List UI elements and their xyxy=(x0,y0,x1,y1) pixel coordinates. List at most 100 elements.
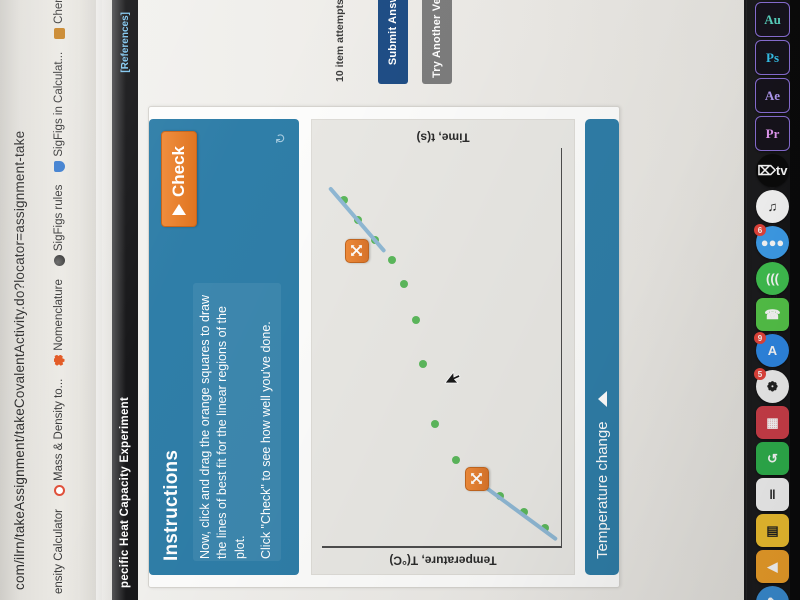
dock-item-label: ●●● xyxy=(760,235,785,250)
activity-card: Instructions Now, click and drag the ora… xyxy=(148,106,620,588)
data-point xyxy=(411,316,420,324)
dock-item-sheets-app[interactable]: ▦ xyxy=(756,406,789,439)
target-icon xyxy=(53,484,65,496)
dock-item-facetime[interactable]: ☎ xyxy=(756,298,789,331)
dock-item-music[interactable]: ♫ xyxy=(756,190,789,223)
dock-item-label: ✎ xyxy=(767,595,778,600)
dock-item-audition[interactable]: Au xyxy=(755,2,790,37)
bookmark-chemaxon[interactable]: ChemAx xyxy=(53,0,65,39)
notification-badge: 6 xyxy=(754,224,766,236)
plot-axes xyxy=(322,148,562,548)
globe-icon xyxy=(53,255,65,267)
attempts-remaining-text: 10 item attempts remaining xyxy=(334,0,346,82)
submit-answer-button[interactable]: Submit Answer xyxy=(378,0,408,84)
dock-item-label: Ps xyxy=(766,49,779,65)
dock-item-notes-pencil[interactable]: ✎ xyxy=(756,586,789,600)
answer-button-row: Submit Answer Try Another Version xyxy=(378,0,452,84)
data-point xyxy=(430,420,439,428)
pin-icon xyxy=(53,160,65,172)
instructions-paragraph-1: Now, click and drag the orange squares t… xyxy=(198,294,247,559)
instructions-panel: Instructions Now, click and drag the ora… xyxy=(149,119,299,575)
dock-item-label: Pr xyxy=(765,125,780,141)
y-axis-line xyxy=(322,546,562,548)
check-button-label: Check xyxy=(169,146,188,198)
dock-item-photoshop[interactable]: Ps xyxy=(755,40,790,75)
dock-item-label: Ae xyxy=(764,87,781,103)
bookmark-label: Nomenclature xyxy=(53,279,65,351)
dock-item-label: Au xyxy=(764,11,781,27)
dock-item-keynote[interactable]: ◀ xyxy=(756,550,789,583)
y-axis-label: Temperature, T(°C) xyxy=(312,550,574,570)
bookmark-density-calculator[interactable]: ensity Calculator xyxy=(53,509,65,594)
dock-item-label: ☎ xyxy=(764,306,781,322)
dock-item-pages[interactable]: ▤ xyxy=(756,514,789,547)
dock-item-recycle-app[interactable]: ↺ xyxy=(756,442,789,475)
chevron-up-icon xyxy=(597,391,607,408)
browser-window: com/ilrn/takeAssignment/takeCovalentActi… xyxy=(0,0,800,600)
drag-handle[interactable] xyxy=(464,467,489,491)
instructions-text-block: Now, click and drag the orange squares t… xyxy=(193,283,281,561)
scatter-plot[interactable]: Temperature, T(°C) Time, t(s) xyxy=(311,119,575,575)
dock-item-podcasts[interactable]: ((( xyxy=(756,262,789,295)
data-point xyxy=(418,360,427,368)
dock-bezel xyxy=(790,0,800,600)
dock-item-label: ❁ xyxy=(767,378,778,394)
dock-item-label: A xyxy=(767,343,778,358)
references-link[interactable]: [References] xyxy=(120,12,131,73)
app-header: pecific Heat Capacity Experiment [Refere… xyxy=(112,0,138,600)
bookmark-sigfigs-calculator[interactable]: SigFigs in Calculat... xyxy=(53,52,65,172)
data-point xyxy=(387,256,396,264)
dock-item-label: ◀ xyxy=(767,558,778,574)
square-icon xyxy=(53,27,65,39)
notification-badge: 9 xyxy=(754,332,766,344)
dock-item-numbers[interactable]: ‖ xyxy=(756,478,789,511)
data-point xyxy=(399,280,408,288)
screenshot-root: com/ilrn/takeAssignment/takeCovalentActi… xyxy=(0,0,800,600)
notification-badge: 5 xyxy=(754,368,766,380)
dock-item-label: ▤ xyxy=(766,522,779,538)
dock-item-label: ▦ xyxy=(766,414,779,430)
browser-chrome: com/ilrn/takeAssignment/takeCovalentActi… xyxy=(0,0,113,600)
accordion-label: Temperature change xyxy=(593,421,611,559)
chrome-divider xyxy=(78,0,102,600)
dock-item-after-effects[interactable]: Ae xyxy=(755,78,790,113)
x-axis-line xyxy=(560,148,562,548)
dock-item-premiere-pro[interactable]: Pr xyxy=(755,116,790,151)
dock-item-label: ((( xyxy=(766,271,779,286)
dock-item-apple-tv[interactable]: ⌦tv xyxy=(756,154,789,187)
dock-item-label: ‖ xyxy=(769,487,776,502)
bookmarks-bar: ensity Calculator Mass & Density to... N… xyxy=(42,0,76,600)
url-text: com/ilrn/takeAssignment/takeCovalentActi… xyxy=(11,130,27,590)
reload-icon[interactable]: ↻ xyxy=(273,133,289,144)
dock-item-photos[interactable]: ❁ 5 xyxy=(754,368,789,403)
bookmark-label: SigFigs rules xyxy=(53,184,65,252)
page-title: pecific Heat Capacity Experiment xyxy=(119,396,131,588)
bookmark-sigfigs-rules[interactable]: SigFigs rules xyxy=(53,184,65,267)
dock-item-messages[interactable]: ●●● 6 xyxy=(754,224,789,259)
dock-item-label: ♫ xyxy=(767,199,778,214)
bookmark-label: Mass & Density to... xyxy=(53,378,65,481)
bookmark-mass-density[interactable]: Mass & Density to... xyxy=(53,379,65,496)
try-another-version-button[interactable]: Try Another Version xyxy=(422,0,452,84)
address-bar[interactable]: com/ilrn/takeAssignment/takeCovalentActi… xyxy=(4,0,34,600)
screen-edge xyxy=(112,0,115,600)
play-triangle-icon xyxy=(172,204,186,216)
bookmark-label: SigFigs in Calculat... xyxy=(53,51,65,157)
gear-icon xyxy=(54,355,65,366)
bookmark-label: ChemAx xyxy=(53,0,65,24)
dock-item-app-store[interactable]: A9 xyxy=(754,332,789,367)
bookmark-nomenclature[interactable]: Nomenclature xyxy=(53,279,65,366)
answer-controls: 10 item attempts remaining Submit Answer… xyxy=(148,0,788,84)
x-axis-label: Time, t(s) xyxy=(312,126,574,148)
instructions-paragraph-2: Click "Check" to see how well you've don… xyxy=(258,321,273,559)
temperature-change-accordion[interactable]: Temperature change xyxy=(585,119,619,575)
dock-item-label: ⌦tv xyxy=(757,162,788,178)
drag-handle[interactable] xyxy=(344,239,369,263)
check-button[interactable]: Check xyxy=(161,131,197,228)
x-axis-label-text: Time, t(s) xyxy=(416,130,470,144)
dock-item-label: ↺ xyxy=(767,450,778,466)
bookmark-label: ensity Calculator xyxy=(53,508,65,594)
data-point xyxy=(452,456,461,464)
page-body: Instructions Now, click and drag the ora… xyxy=(138,0,800,600)
y-axis-label-text: Temperature, T(°C) xyxy=(389,552,497,567)
